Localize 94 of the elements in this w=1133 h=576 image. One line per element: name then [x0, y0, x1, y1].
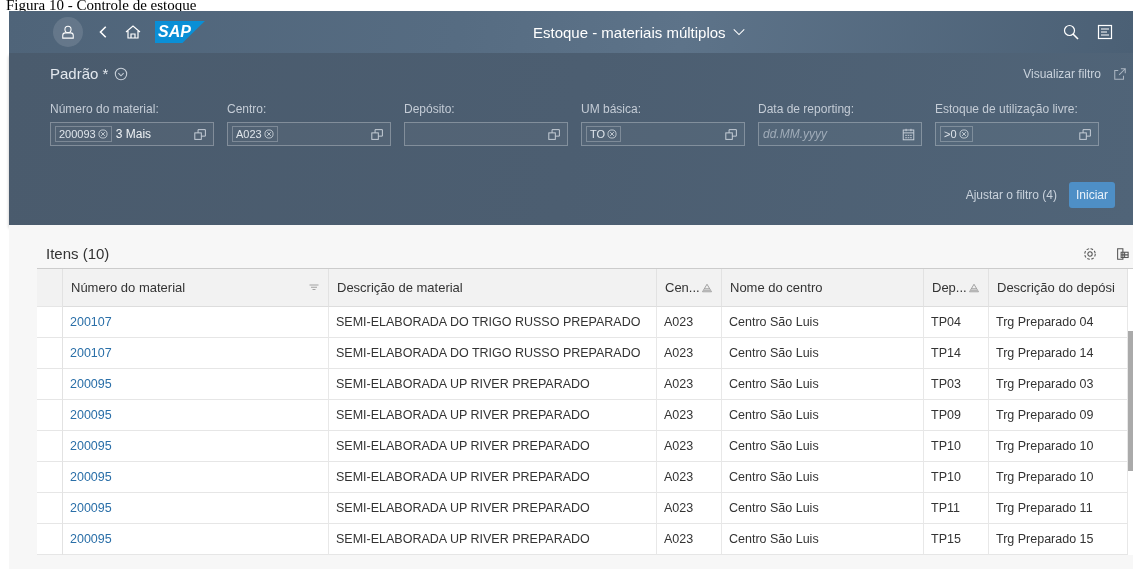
table-title: Itens (10): [46, 245, 110, 262]
field-label: Data de reporting:: [758, 102, 856, 116]
token[interactable]: A023: [232, 126, 278, 142]
calendar-icon[interactable]: [902, 127, 915, 141]
value-help-icon[interactable]: [194, 127, 207, 141]
search-icon[interactable]: [1063, 24, 1079, 40]
figure-caption: Figura 10 - Controle de estoque: [5, 0, 198, 11]
table-cell: A023: [657, 462, 722, 493]
material-link[interactable]: 200095: [63, 493, 329, 524]
table-cell: Centro São Luis: [722, 493, 924, 524]
field-label: Número do material:: [50, 102, 160, 116]
table-cell: TP10: [924, 462, 989, 493]
table-cell: SEMI-ELABORADA UP RIVER PREPARADO: [329, 524, 657, 555]
field-placeholder: dd.MM.yyyy: [763, 127, 827, 141]
material-link[interactable]: 200095: [63, 431, 329, 462]
field-label: Depósito:: [404, 102, 456, 116]
table-cell: TP15: [924, 524, 989, 555]
material-link[interactable]: 200095: [63, 400, 329, 431]
input-field[interactable]: TO: [581, 122, 745, 146]
table-cell: Centro São Luis: [722, 431, 924, 462]
token[interactable]: >0: [940, 126, 973, 142]
table-cell: A023: [657, 369, 722, 400]
remove-icon[interactable]: [97, 129, 108, 139]
input-field[interactable]: [404, 122, 568, 146]
value-help-icon[interactable]: [725, 127, 738, 141]
scrollbar[interactable]: [1128, 269, 1133, 555]
table-cell: A023: [657, 338, 722, 369]
token[interactable]: 200093: [55, 126, 112, 142]
table-cell: A023: [657, 307, 722, 338]
spreadsheet-export-icon[interactable]: [1115, 246, 1129, 261]
app-title: Estoque - materiais múltiplos: [533, 23, 726, 41]
table-cell: Centro São Luis: [722, 307, 924, 338]
table-cell: SEMI-ELABORADA DO TRIGO RUSSO PREPARADO: [329, 338, 657, 369]
show-filter-link[interactable]: Visualizar filtro: [1023, 66, 1101, 81]
column-header[interactable]: Dep...: [924, 269, 989, 307]
input-field[interactable]: A023: [227, 122, 391, 146]
table-cell: TP10: [924, 431, 989, 462]
table-cell: Centro São Luis: [722, 338, 924, 369]
field-label: Estoque de utilização livre:: [935, 102, 1079, 116]
value-help-icon[interactable]: [548, 127, 561, 141]
value-help-icon[interactable]: [1079, 127, 1092, 141]
user-icon[interactable]: [61, 24, 75, 40]
table-cell: A023: [657, 431, 722, 462]
material-link[interactable]: 200095: [63, 462, 329, 493]
field-label: UM básica:: [581, 102, 643, 116]
column-header[interactable]: Cen...: [657, 269, 722, 307]
field-label: Centro:: [227, 102, 268, 116]
adapt-filter-link[interactable]: Ajustar o filtro (4): [965, 188, 1057, 202]
table-cell: SEMI-ELABORADA UP RIVER PREPARADO: [329, 462, 657, 493]
input-field[interactable]: >0: [935, 122, 1099, 146]
table-cell: TP11: [924, 493, 989, 524]
input-field[interactable]: 200093 3 Mais: [50, 122, 214, 146]
table-cell: A023: [657, 493, 722, 524]
settings-icon[interactable]: [1083, 246, 1097, 261]
column-header[interactable]: Descrição de material: [329, 269, 657, 307]
chevron-down-icon[interactable]: [114, 66, 129, 81]
table-cell: SEMI-ELABORADA UP RIVER PREPARADO: [329, 431, 657, 462]
remove-icon[interactable]: [607, 129, 618, 139]
value-help-icon[interactable]: [371, 127, 384, 141]
remove-icon[interactable]: [958, 129, 969, 139]
table-cell: Centro São Luis: [722, 400, 924, 431]
table-cell: SEMI-ELABORADA DO TRIGO RUSSO PREPARADO: [329, 307, 657, 338]
material-link[interactable]: 200095: [63, 524, 329, 555]
variant-title: Padrão *: [50, 65, 109, 82]
token[interactable]: TO: [586, 126, 622, 142]
user-avatar[interactable]: [53, 17, 83, 47]
table-cell: SEMI-ELABORADA UP RIVER PREPARADO: [329, 400, 657, 431]
table-cell: A023: [657, 524, 722, 555]
material-link[interactable]: 200095: [63, 369, 329, 400]
share-icon[interactable]: [1113, 66, 1127, 81]
column-header[interactable]: Número do material: [63, 269, 329, 307]
material-link[interactable]: 200107: [63, 338, 329, 369]
table-cell: SEMI-ELABORADA UP RIVER PREPARADO: [329, 493, 657, 524]
sap-logo[interactable]: SAP: [155, 21, 205, 43]
notes-icon[interactable]: [1097, 24, 1113, 40]
home-icon[interactable]: [125, 24, 141, 40]
table-cell: A023: [657, 400, 722, 431]
sort-ascending-icon: [968, 281, 980, 294]
table-cell: TP09: [924, 400, 989, 431]
remove-icon[interactable]: [263, 129, 274, 139]
table-cell: Centro São Luis: [722, 369, 924, 400]
material-link[interactable]: 200107: [63, 307, 329, 338]
select-all-cell[interactable]: [37, 269, 63, 307]
column-header[interactable]: Nome do centro: [722, 269, 924, 307]
sort-ascending-icon: [701, 281, 713, 294]
go-button[interactable]: Iniciar: [1069, 182, 1115, 208]
table-cell: SEMI-ELABORADA UP RIVER PREPARADO: [329, 369, 657, 400]
field-text: 3 Mais: [115, 127, 152, 141]
table-cell: TP14: [924, 338, 989, 369]
table-cell: TP03: [924, 369, 989, 400]
table-cell: Centro São Luis: [722, 524, 924, 555]
column-header[interactable]: Descrição do depósi: [989, 269, 1128, 307]
table-cell: Centro São Luis: [722, 462, 924, 493]
table-cell: TP04: [924, 307, 989, 338]
